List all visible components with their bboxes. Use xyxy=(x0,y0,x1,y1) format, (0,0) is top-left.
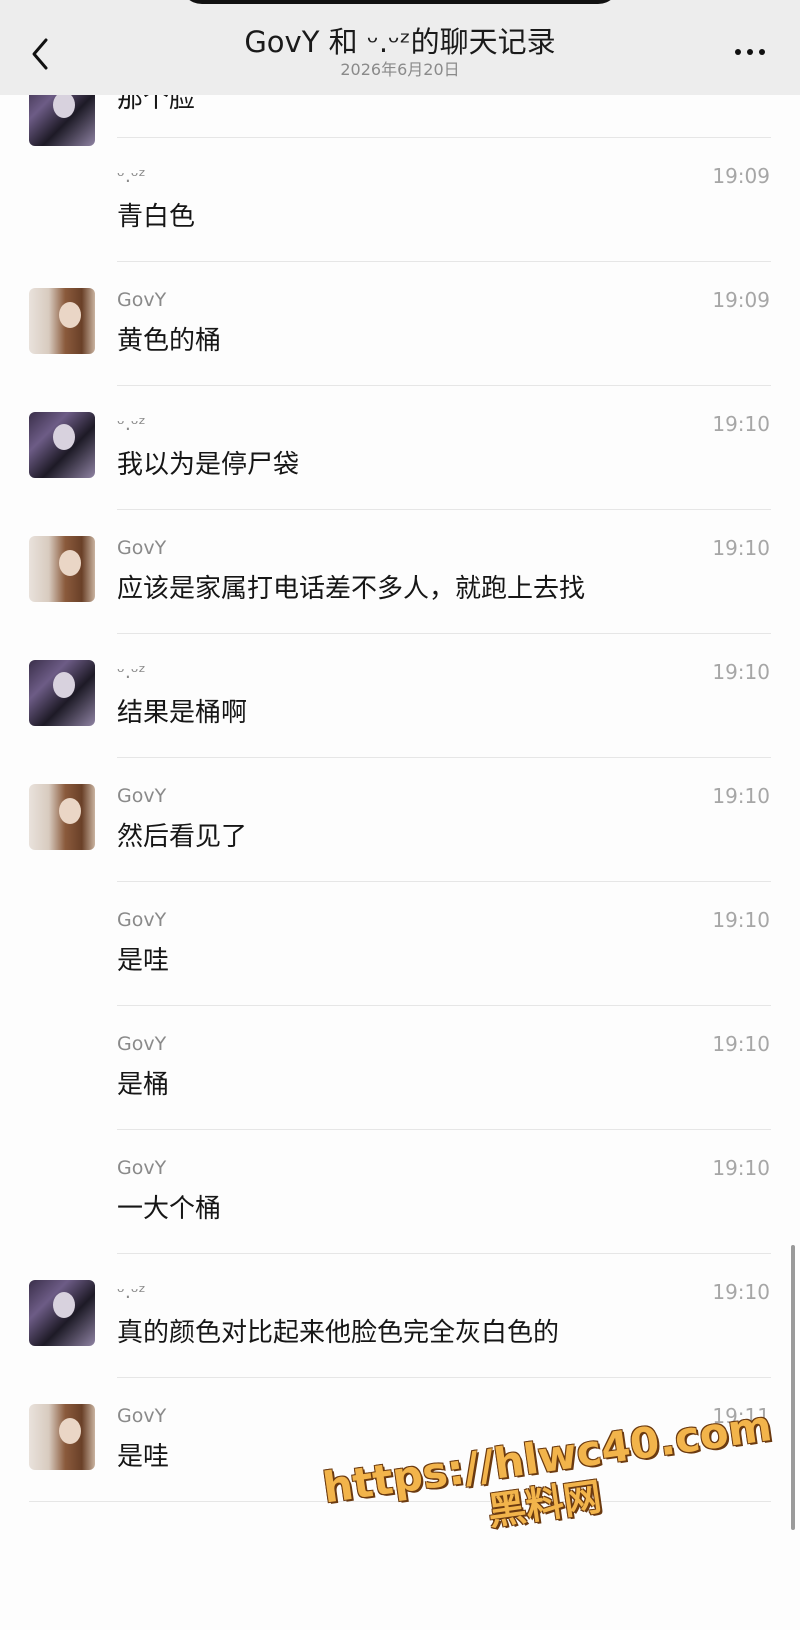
message-time: 19:10 xyxy=(712,784,770,808)
sender-name: GovY xyxy=(117,289,167,311)
sender-name: ᵕ.ᵕᶻ xyxy=(117,1281,146,1303)
message-time: 19:09 xyxy=(712,288,770,312)
message-text: 真的颜色对比起来他脸色完全灰白色的 xyxy=(117,1318,560,1348)
message-row: GovY 19:11 是哇 xyxy=(0,1378,800,1502)
message-row: ᵕ.ᵕᶻ 19:10 真的颜色对比起来他脸色完全灰白色的 xyxy=(0,1254,800,1378)
message-text: 应该是家属打电话差不多人，就跑上去找 xyxy=(117,574,586,604)
message-time: 19:10 xyxy=(712,536,770,560)
message-text: 结果是桶啊 xyxy=(117,698,248,728)
message-row: GovY 19:10 是哇 xyxy=(0,882,800,1006)
avatar[interactable] xyxy=(29,660,95,726)
message-time: 19:10 xyxy=(712,1156,770,1180)
message-row: ᵕ.ᵕᶻ 19:10 我以为是停尸袋 xyxy=(0,386,800,510)
more-dots-icon xyxy=(735,49,741,55)
scrollbar[interactable] xyxy=(791,1245,795,1530)
chat-history-page: 那个脸 GovY 和 ᵕ.ᵕᶻ的聊天记录 2026年6月20日 ᵕ.ᵕᶻ 19:0… xyxy=(0,0,800,1630)
sender-name: GovY xyxy=(117,1405,167,1427)
message-text: 一大个桶 xyxy=(117,1194,222,1224)
message-text: 然后看见了 xyxy=(117,822,248,852)
message-row: GovY 19:10 然后看见了 xyxy=(0,758,800,882)
message-time: 19:10 xyxy=(712,412,770,436)
message-text: 我以为是停尸袋 xyxy=(117,450,300,480)
message-text: 是哇 xyxy=(117,1442,170,1472)
message-time: 19:10 xyxy=(712,660,770,684)
avatar[interactable] xyxy=(29,412,95,478)
device-notch xyxy=(180,0,620,4)
sender-name: GovY xyxy=(117,1157,167,1179)
message-row: GovY 19:10 是桶 xyxy=(0,1006,800,1130)
sender-name: GovY xyxy=(117,909,167,931)
sender-name: ᵕ.ᵕᶻ xyxy=(117,661,146,683)
page-subtitle-date: 2026年6月20日 xyxy=(340,60,460,79)
message-text: 是哇 xyxy=(117,946,170,976)
avatar[interactable] xyxy=(29,784,95,850)
avatar[interactable] xyxy=(29,1404,95,1470)
sender-name: GovY xyxy=(117,1033,167,1055)
message-time: 19:11 xyxy=(712,1404,770,1428)
avatar[interactable] xyxy=(29,536,95,602)
avatar[interactable] xyxy=(29,1280,95,1346)
more-dot xyxy=(747,49,753,55)
message-time: 19:10 xyxy=(712,908,770,932)
sender-name: ᵕ.ᵕᶻ xyxy=(117,165,146,187)
message-row: GovY 19:09 黄色的桶 xyxy=(0,262,800,386)
page-title: GovY 和 ᵕ.ᵕᶻ的聊天记录 xyxy=(244,25,556,59)
divider xyxy=(29,1501,771,1502)
sender-name: ᵕ.ᵕᶻ xyxy=(117,413,146,435)
navigation-header: GovY 和 ᵕ.ᵕᶻ的聊天记录 2026年6月20日 xyxy=(0,0,800,95)
more-button[interactable] xyxy=(730,40,770,64)
message-row: GovY 19:10 应该是家属打电话差不多人，就跑上去找 xyxy=(0,510,800,634)
avatar[interactable] xyxy=(29,288,95,354)
message-text: 青白色 xyxy=(117,202,196,232)
message-row: ᵕ.ᵕᶻ 19:09 青白色 xyxy=(0,138,800,262)
message-time: 19:09 xyxy=(712,164,770,188)
message-row: GovY 19:10 一大个桶 xyxy=(0,1130,800,1254)
message-text: 黄色的桶 xyxy=(117,326,222,356)
sender-name: GovY xyxy=(117,537,167,559)
message-time: 19:10 xyxy=(712,1032,770,1056)
more-dot xyxy=(759,49,765,55)
message-time: 19:10 xyxy=(712,1280,770,1304)
sender-name: GovY xyxy=(117,785,167,807)
message-text: 是桶 xyxy=(117,1070,170,1100)
message-row: ᵕ.ᵕᶻ 19:10 结果是桶啊 xyxy=(0,634,800,758)
